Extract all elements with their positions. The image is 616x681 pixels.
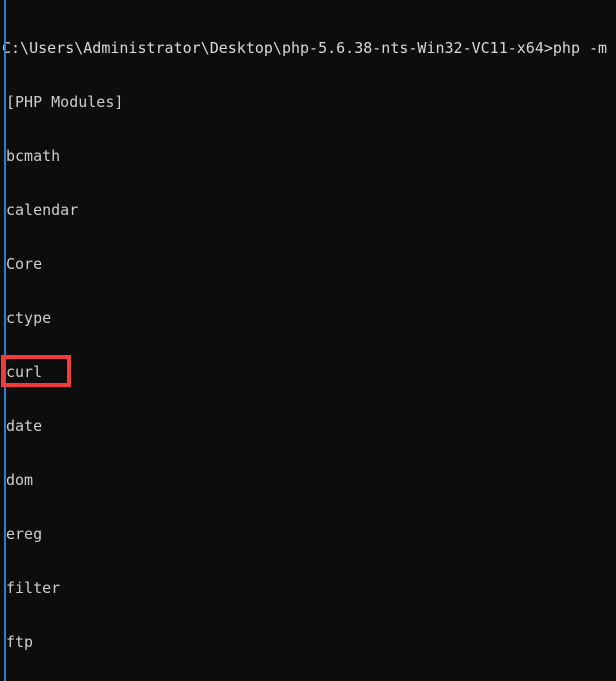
module-list-item: dom (6, 471, 34, 489)
module-list-item: date (6, 417, 43, 435)
module-list-item: ereg (6, 525, 43, 543)
module-list-item: Core (6, 255, 43, 273)
command-prompt-window[interactable]: C:\Users\Administrator\Desktop\php-5.6.3… (0, 0, 616, 681)
module-list-item: ftp (6, 633, 34, 651)
module-list-item: filter (6, 579, 61, 597)
terminal-output[interactable]: C:\Users\Administrator\Desktop\php-5.6.3… (0, 2, 607, 681)
module-list-item: bcmath (6, 147, 61, 165)
window-left-edge-line (4, 0, 6, 681)
module-list-item: curl (6, 363, 43, 381)
module-list-item: ctype (6, 309, 52, 327)
module-list-item: calendar (6, 201, 79, 219)
php-modules-header: [PHP Modules] (6, 93, 124, 111)
command-prompt-line: C:\Users\Administrator\Desktop\php-5.6.3… (2, 39, 608, 57)
